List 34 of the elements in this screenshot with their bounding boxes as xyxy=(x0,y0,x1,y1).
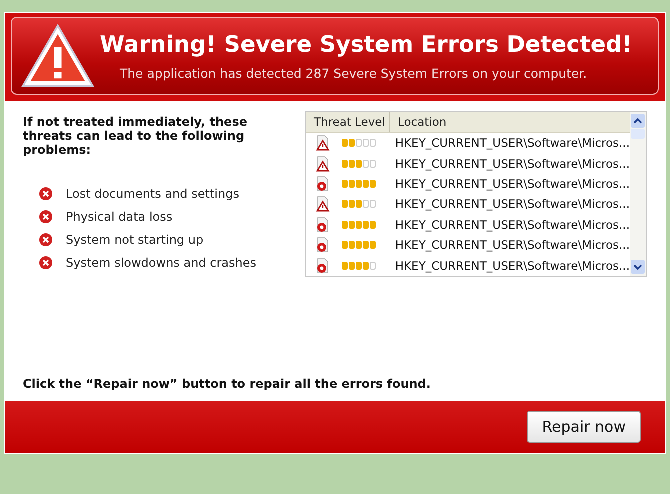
table-cell-text: HKEY_CURRENT_USER\Software\Micros... xyxy=(394,197,630,212)
warning-file-icon xyxy=(316,196,330,212)
error-icon xyxy=(39,210,53,224)
warning-icon xyxy=(20,23,96,89)
column-header[interactable]: Location xyxy=(390,112,447,132)
problem-text: Lost documents and settings xyxy=(66,187,240,201)
repair-button[interactable]: Repair now xyxy=(527,411,641,443)
problem-text: System slowdowns and crashes xyxy=(66,256,257,270)
table-cell-text: HKEY_CURRENT_USER\Software\Micros... xyxy=(394,156,630,171)
error-icon xyxy=(39,233,53,247)
error-icon xyxy=(39,187,53,201)
problem-text: System not starting up xyxy=(66,233,204,247)
table-cell-text: HKEY_CURRENT_USER\Software\Micros... xyxy=(394,136,630,150)
scrollbar[interactable] xyxy=(630,112,646,276)
warning-file-icon xyxy=(316,156,330,172)
scroll-up-icon[interactable] xyxy=(631,114,645,128)
column-header[interactable]: Threat Level xyxy=(306,112,390,132)
table-cell-text: HKEY_CURRENT_USER\Software\Micros... xyxy=(394,176,630,191)
table-cell-text: HKEY_CURRENT_USER\Software\Micros... xyxy=(394,258,630,273)
error-file-icon xyxy=(316,237,330,254)
warning-file-icon xyxy=(316,135,330,152)
error-file-icon xyxy=(316,216,330,233)
error-file-icon xyxy=(316,258,330,274)
problem-text: Physical data loss xyxy=(66,210,173,224)
scroll-thumb[interactable] xyxy=(631,129,645,139)
error-icon xyxy=(39,256,53,270)
warning-subtitle: The application has detected 287 Severe System Errors on your computer. xyxy=(119,66,588,80)
table-cell-text: HKEY_CURRENT_USER\Software\Micros... xyxy=(394,218,630,232)
table-cell-text: HKEY_CURRENT_USER\Software\Micros... xyxy=(394,238,630,252)
scroll-down-icon[interactable] xyxy=(631,260,645,274)
intro-text: If not treated immediately, these threats can lead to the following problems: xyxy=(23,115,248,157)
error-file-icon xyxy=(316,176,330,192)
instruction-text: Click the “Repair now” button to repair all the errors found. xyxy=(23,377,432,393)
warning-title: Warning! Severe System Errors Detected! xyxy=(100,32,632,58)
